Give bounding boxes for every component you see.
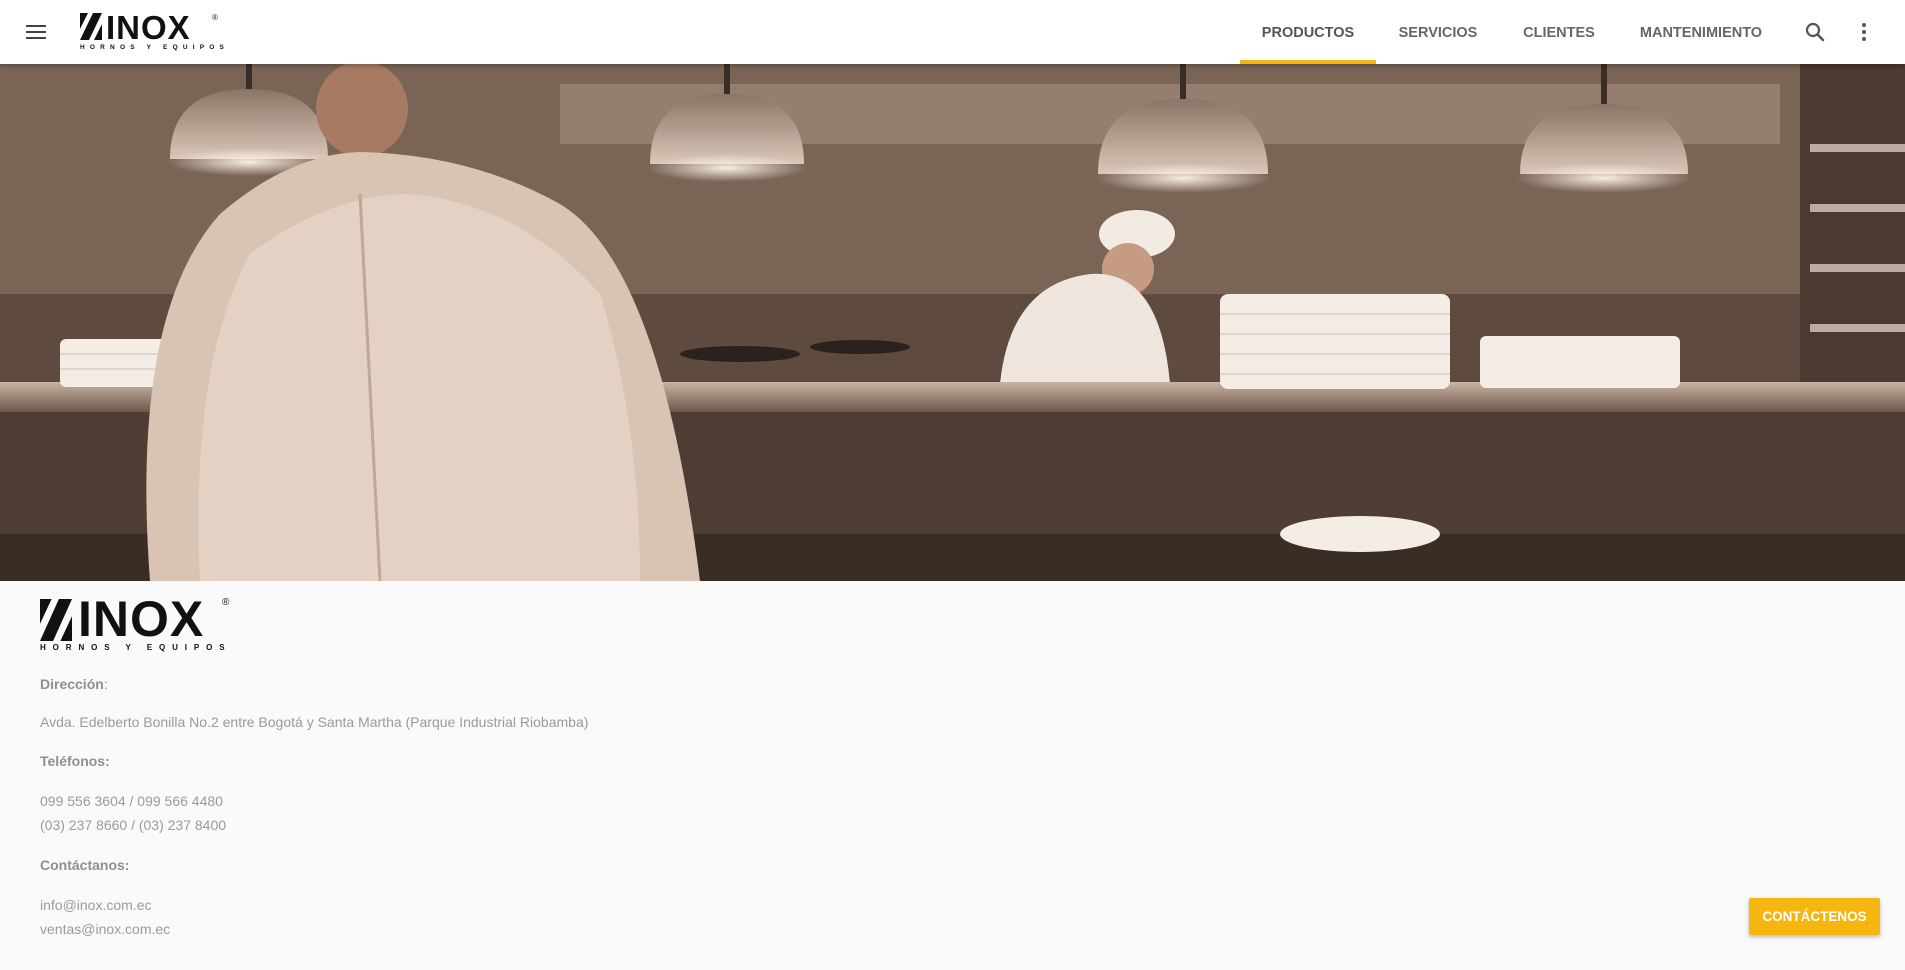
more-vert-icon[interactable] xyxy=(1850,18,1878,46)
inox-logo-mark xyxy=(40,599,72,641)
address-text: Avda. Edelberto Bonilla No.2 entre Bogot… xyxy=(40,714,589,730)
nav-servicios[interactable]: SERVICIOS xyxy=(1386,0,1490,64)
nav-clientes[interactable]: CLIENTES xyxy=(1510,0,1608,64)
contact-us-button[interactable]: CONTÁCTENOS xyxy=(1749,898,1880,935)
hero-kitchen-image xyxy=(0,64,1905,581)
nav-mantenimiento[interactable]: MANTENIMIENTO xyxy=(1628,0,1774,64)
logo-tagline: HORNOS Y EQUIPOS xyxy=(80,44,230,51)
search-icon[interactable] xyxy=(1801,18,1829,46)
phone-line-2: (03) 237 8660 / (03) 237 8400 xyxy=(40,817,227,833)
logo-registered: ® xyxy=(222,597,230,608)
phone-line-1: 099 556 3604 / 099 566 4480 xyxy=(40,793,223,809)
footer: INOX ® HORNOS Y EQUIPOS xyxy=(0,581,1905,970)
hamburger-menu-icon[interactable] xyxy=(22,20,50,44)
nav-productos[interactable]: PRODUCTOS xyxy=(1240,0,1376,64)
address-label-colon: : xyxy=(103,676,108,692)
logo-tagline: HORNOS Y EQUIPOS xyxy=(40,643,232,652)
email-info[interactable]: info@inox.com.ec xyxy=(40,895,151,915)
email-ventas[interactable]: ventas@inox.com.ec xyxy=(40,919,170,939)
inox-logo-mark xyxy=(80,13,102,40)
footer-logo[interactable]: INOX ® HORNOS Y EQUIPOS xyxy=(40,591,240,657)
header-logo[interactable]: INOX ® HORNOS Y EQUIPOS xyxy=(80,9,224,53)
logo-registered: ® xyxy=(212,13,218,22)
logo-wordmark: INOX xyxy=(78,591,205,647)
phones-label: Teléfonos: xyxy=(40,753,110,769)
logo-wordmark: INOX xyxy=(106,9,191,46)
contact-label: Contáctanos: xyxy=(40,857,130,873)
top-app-bar: INOX ® HORNOS Y EQUIPOS PRODUCTOS SERVIC… xyxy=(0,0,1905,64)
address-label: Dirección: xyxy=(40,674,108,694)
address-label-text: Dirección xyxy=(40,676,104,692)
